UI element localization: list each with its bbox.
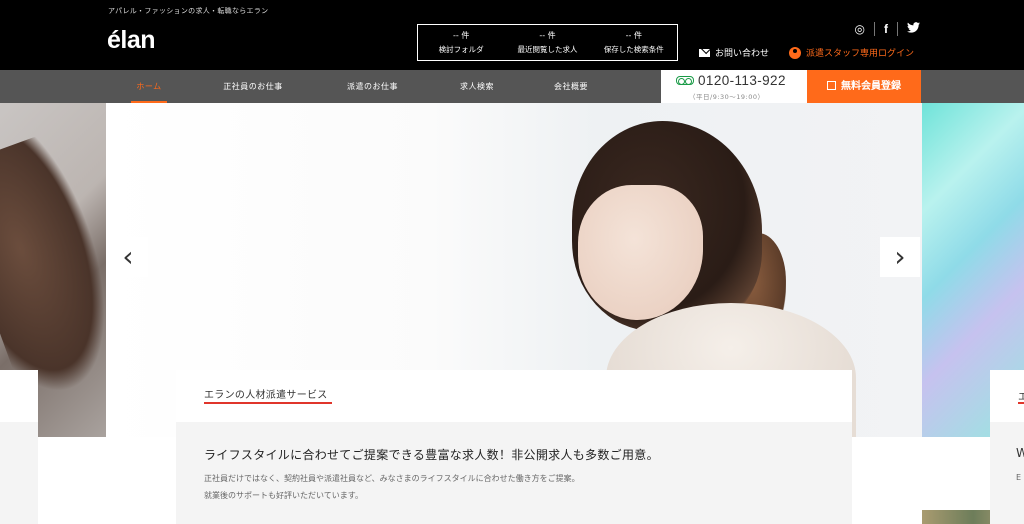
counter-recent-label: 最近閲覧した求人 [517,45,578,54]
user-icon [789,46,801,59]
slide-prev-image [0,130,106,406]
chevron-left-icon: ‹ [122,240,134,273]
counter-saved-search-num: -- 件 [625,31,642,40]
slider-next-button[interactable]: › [880,237,920,277]
nav-job-search[interactable]: 求人検索 [455,70,499,103]
contact-link[interactable]: お問い合わせ [699,46,769,59]
nav-home[interactable]: ホーム [131,70,167,103]
envelope-icon [699,48,710,57]
counter-folder-label: 検討フォルダ [438,45,484,54]
counter-recent-num: -- 件 [539,31,556,40]
service-card-label: エランの人材派遣サービス [204,390,328,401]
counter-saved-search-label: 保存した検索条件 [603,45,664,54]
next-card-label-underline [1018,402,1024,404]
social-links: ◎ f [855,22,920,36]
phone-hours: （平日/9:30〜19:00） [689,93,765,101]
phone-box[interactable]: 0120-113-922 （平日/9:30〜19:00） [661,70,807,103]
saved-counters: -- 件 検討フォルダ -- 件 最近閲覧した求人 -- 件 保存した検索条件 [417,24,678,61]
instagram-icon[interactable]: ◎ [855,22,865,36]
next-card-text: E [1016,473,1022,482]
elan-logo[interactable]: élan [107,26,156,55]
social-divider [897,22,898,36]
phone-number: 0120-113-922 [698,73,786,88]
register-label: 無料会員登録 [841,81,901,92]
freedial-icon [676,76,694,85]
slider-prev-button[interactable]: ‹ [108,237,148,277]
contact-label: お問い合わせ [715,49,770,59]
staff-login-link[interactable]: 派遣スタッフ専用ログイン [789,46,914,59]
facebook-icon[interactable]: f [884,22,888,36]
logo-text: élan [107,26,156,54]
service-card-underline [204,402,332,404]
next-card-label: エ [1018,392,1024,403]
top-header: アパレル・ファッションの求人・転職ならエラン élan -- 件 検討フォルダ … [0,0,1024,70]
counter-folder[interactable]: -- 件 検討フォルダ [418,25,504,60]
edit-icon [827,81,836,90]
nav-company[interactable]: 会社概要 [549,70,593,103]
counter-folder-num: -- 件 [453,31,470,40]
counter-saved-search[interactable]: -- 件 保存した検索条件 [591,25,677,60]
register-button[interactable]: 無料会員登録 [807,70,921,103]
prev-card-body [0,422,38,524]
counter-recent[interactable]: -- 件 最近閲覧した求人 [504,25,590,60]
service-card-text-2: 就業後のサポートも好評いただいています。 [204,491,363,500]
service-card-heading: ライフスタイルに合わせてご提案できる豊富な求人数！非公開求人も多数ご用意。 [204,448,659,462]
next-card-heading: W [1016,446,1024,460]
social-divider [874,22,875,36]
twitter-icon[interactable] [907,22,920,36]
nav-fulltime-jobs[interactable]: 正社員のお仕事 [216,70,290,103]
service-card-text-1: 正社員だけではなく、契約社員や派遣社員など、みなさまのライフスタイルに合わせた働… [204,474,580,483]
nav-dispatch-jobs[interactable]: 派遣のお仕事 [340,70,405,103]
staff-login-label: 派遣スタッフ専用ログイン [806,49,915,59]
site-tagline: アパレル・ファッションの求人・転職ならエラン [108,7,269,15]
chevron-right-icon: › [894,240,906,273]
